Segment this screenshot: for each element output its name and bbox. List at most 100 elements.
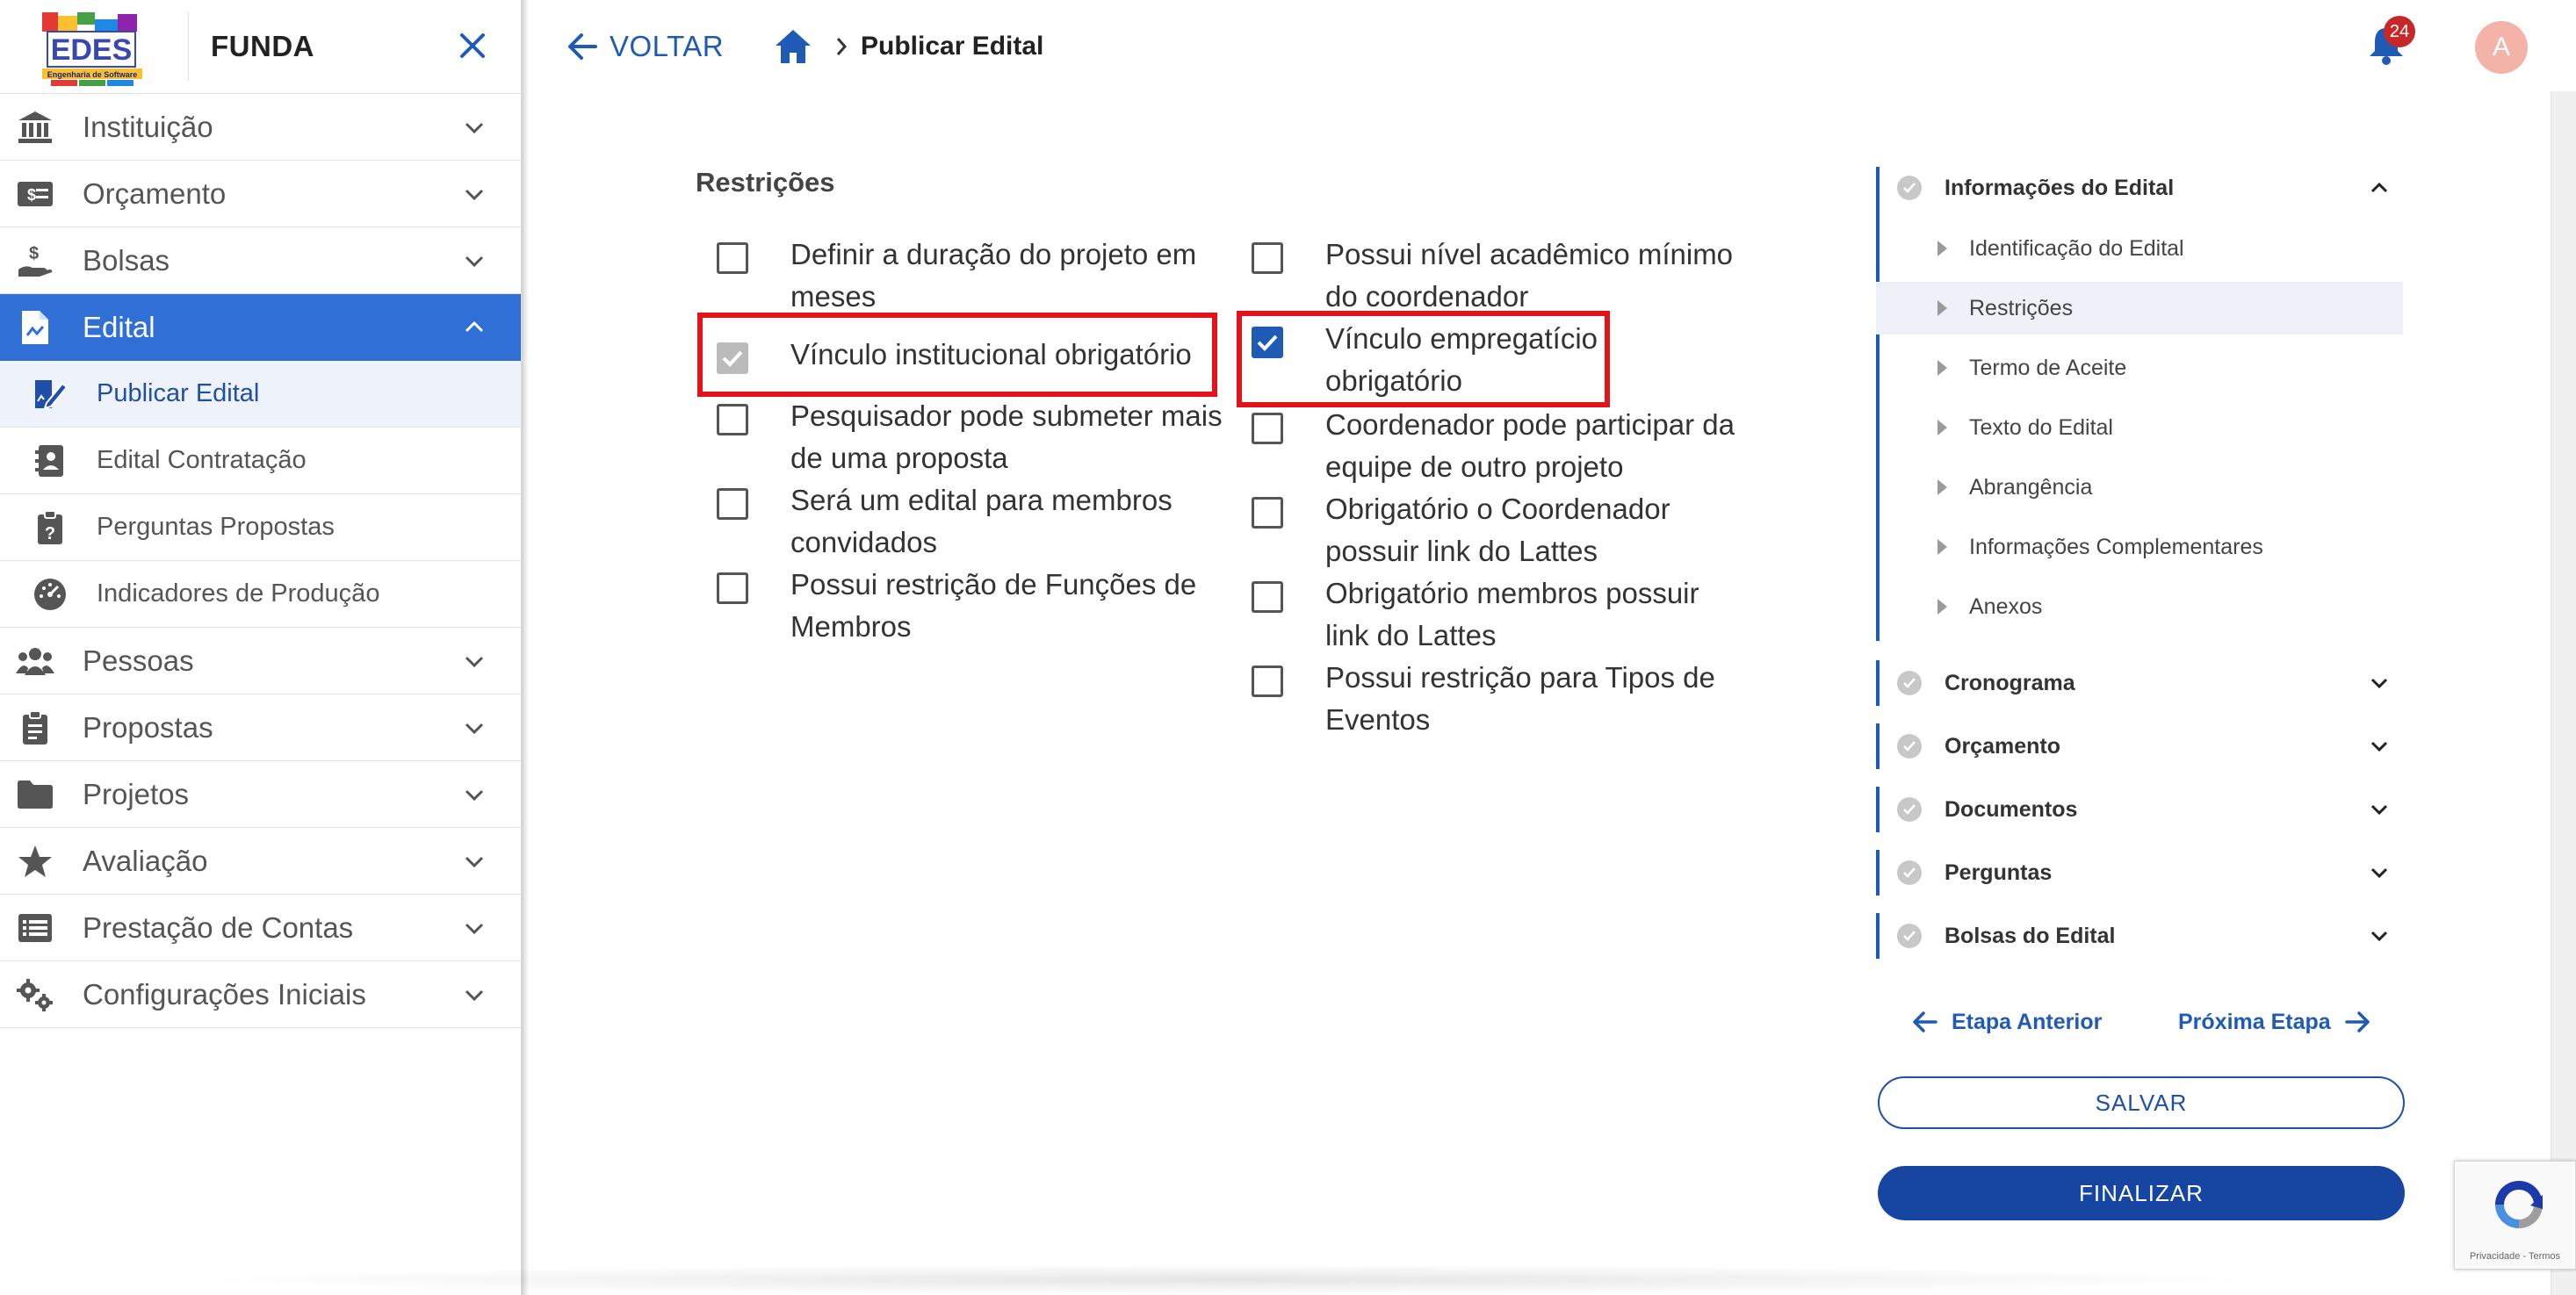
restriction-label: Será um edital para membros convidados: [790, 484, 1173, 558]
sidebar-item-label: Instituição: [83, 110, 213, 143]
chevron-down-icon: [465, 122, 484, 133]
sidebar-item-pessoas[interactable]: Pessoas: [0, 628, 521, 694]
checkbox[interactable]: [717, 404, 748, 435]
checkbox[interactable]: [1252, 242, 1283, 274]
checkbox[interactable]: [1252, 665, 1283, 697]
star-icon: [16, 842, 54, 881]
restriction-label: Possui restrição de Funções de Membros: [790, 568, 1197, 643]
sidebar-subitem-perguntas-propostas[interactable]: ? Perguntas Propostas: [0, 494, 521, 561]
sidebar-item-label: Pessoas: [83, 644, 194, 677]
step-orcamento[interactable]: Orçamento: [1876, 729, 2408, 764]
home-icon[interactable]: [773, 26, 813, 67]
next-step-button[interactable]: Próxima Etapa: [2178, 1004, 2371, 1040]
checkbox[interactable]: [1252, 413, 1283, 444]
sidebar-item-orcamento[interactable]: $ Orçamento: [0, 161, 521, 227]
institution-icon: [16, 108, 54, 147]
avatar[interactable]: A: [2475, 21, 2528, 74]
close-icon[interactable]: [453, 26, 492, 65]
sidebar-item-avaliacao[interactable]: Avaliação: [0, 828, 521, 895]
sidebar-item-projetos[interactable]: Projetos: [0, 761, 521, 828]
sidebar-item-configuracoes[interactable]: Configurações Iniciais: [0, 961, 521, 1028]
arrow-left-icon: [1913, 1011, 1937, 1032]
step-documentos[interactable]: Documentos: [1876, 792, 2408, 827]
prev-step-button[interactable]: Etapa Anterior: [1911, 1004, 2102, 1040]
sidebar-item-instituicao[interactable]: Instituição: [0, 94, 521, 161]
substep-label: Texto do Edital: [1969, 414, 2113, 440]
substep-restricoes[interactable]: Restrições: [1876, 282, 2403, 335]
checkbox[interactable]: [1252, 497, 1283, 529]
restriction-membros-convidados: Será um edital para membros convidados: [717, 479, 1226, 564]
step-informacoes-edital[interactable]: Informações do Edital: [1876, 170, 2408, 205]
checkbox[interactable]: [717, 488, 748, 520]
svg-text:EDES: EDES: [51, 33, 133, 67]
substep-anexos[interactable]: Anexos: [1876, 580, 2403, 633]
restriction-tipos-eventos: Possui restrição para Tipos de Eventos: [1252, 657, 1761, 741]
sidebar-shadow: [522, 0, 529, 1295]
svg-text:Engenharia de Software: Engenharia de Software: [47, 70, 138, 79]
sidebar-item-bolsas[interactable]: $ Bolsas: [0, 227, 521, 294]
svg-text:$: $: [27, 186, 36, 204]
substep-label: Informações Complementares: [1969, 534, 2263, 559]
sidebar-subitem-indicadores[interactable]: Indicadores de Produção: [0, 561, 521, 628]
sidebar: EDES Engenharia de Software FUNDA Instit…: [0, 0, 522, 1295]
chevron-down-icon: [465, 255, 484, 267]
restriction-coordenador-outro-projeto: Coordenador pode participar da equipe de…: [1252, 404, 1761, 488]
step-bolsas-edital[interactable]: Bolsas do Edital: [1876, 918, 2408, 953]
caret-right-icon: [1937, 360, 1947, 376]
step-check-icon: [1897, 671, 1922, 695]
chevron-down-icon: [2370, 741, 2388, 752]
step-label: Documentos: [1945, 796, 2078, 822]
sidebar-item-label: Edital: [83, 310, 155, 343]
app-root: EDES Engenharia de Software FUNDA Instit…: [0, 0, 2576, 1295]
caret-right-icon: [1937, 539, 1947, 555]
sidebar-item-label: Orçamento: [83, 176, 227, 210]
document-icon: [16, 308, 54, 347]
step-label: Informações do Edital: [1945, 175, 2175, 200]
finish-button[interactable]: FINALIZAR: [1878, 1166, 2405, 1220]
notification-badge: 24: [2384, 16, 2415, 47]
step-perguntas[interactable]: Perguntas: [1876, 855, 2408, 890]
contact-card-icon: [32, 442, 69, 479]
substep-texto-edital[interactable]: Texto do Edital: [1876, 401, 2403, 454]
sidebar-item-edital[interactable]: Edital: [0, 294, 521, 361]
restriction-funcoes-membros: Possui restrição de Funções de Membros: [717, 564, 1226, 648]
arrow-right-icon: [2344, 1011, 2370, 1032]
sidebar-subitem-label: Perguntas Propostas: [97, 513, 335, 541]
recaptcha-badge[interactable]: Privacidade - Termos: [2454, 1161, 2576, 1270]
checkbox[interactable]: [717, 572, 748, 604]
sidebar-subitem-publicar-edital[interactable]: Publicar Edital: [0, 361, 521, 428]
substep-abrangencia[interactable]: Abrangência: [1876, 461, 2403, 514]
edit-document-icon: [32, 376, 69, 413]
sidebar-header: EDES Engenharia de Software FUNDA: [0, 0, 521, 94]
section-title: Restrições: [696, 167, 835, 198]
caret-right-icon: [1937, 479, 1947, 495]
save-button[interactable]: SALVAR: [1878, 1076, 2405, 1129]
back-label: VOLTAR: [610, 30, 725, 62]
proposal-icon: [16, 709, 54, 747]
substep-informacoes-complementares[interactable]: Informações Complementares: [1876, 521, 2403, 573]
recaptcha-text: Privacidade - Termos: [2469, 1251, 2561, 1262]
prev-step-label: Etapa Anterior: [1952, 1009, 2103, 1034]
scrollbar[interactable]: [2551, 91, 2576, 1295]
list-icon: [16, 909, 54, 947]
chevron-down-icon: [2370, 867, 2388, 879]
checkbox[interactable]: [1252, 581, 1283, 613]
sidebar-item-label: Propostas: [83, 710, 213, 744]
back-button[interactable]: VOLTAR: [566, 26, 724, 67]
sidebar-item-prestacao-contas[interactable]: Prestação de Contas: [0, 895, 521, 961]
substep-label: Termo de Aceite: [1969, 355, 2127, 380]
sidebar-item-label: Prestação de Contas: [83, 910, 354, 944]
substep-termo-aceite[interactable]: Termo de Aceite: [1876, 342, 2403, 394]
step-cronograma[interactable]: Cronograma: [1876, 665, 2408, 701]
substep-identificacao[interactable]: Identificação do Edital: [1876, 222, 2403, 275]
sidebar-subitem-edital-contratacao[interactable]: Edital Contratação: [0, 428, 521, 494]
sidebar-item-label: Configurações Iniciais: [83, 977, 366, 1011]
chevron-down-icon: [465, 989, 484, 1001]
chevron-right-icon: [836, 38, 848, 55]
restriction-label: Obrigatório membros possuir link do Latt…: [1325, 577, 1699, 651]
restriction-label: Definir a duração do projeto em meses: [790, 238, 1197, 313]
checkbox[interactable]: [717, 242, 748, 274]
chevron-down-icon: [465, 189, 484, 200]
sidebar-item-propostas[interactable]: Propostas: [0, 694, 521, 761]
restriction-label: Possui restrição para Tipos de Eventos: [1325, 661, 1715, 736]
